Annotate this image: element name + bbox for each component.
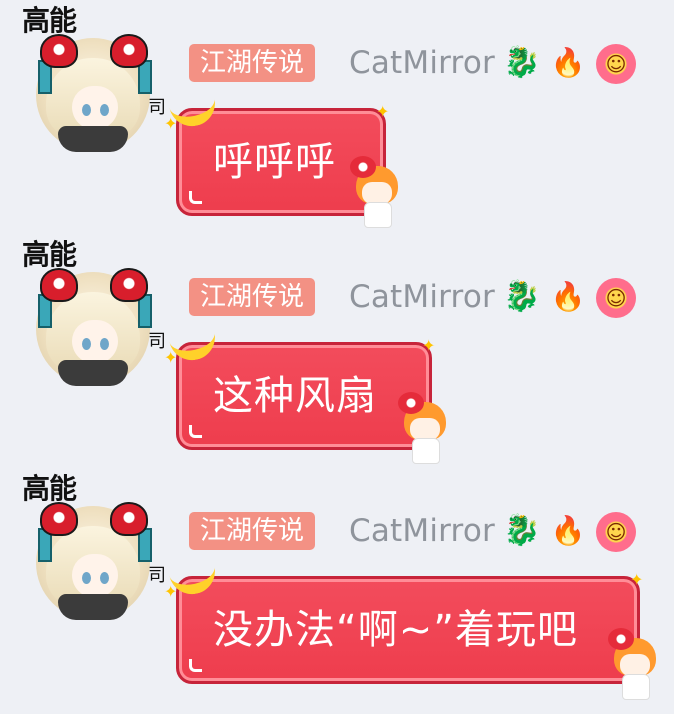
title-badge[interactable]: 江湖传说 [189,512,316,550]
bubble-corner-icon [189,425,202,438]
sticker-face [410,418,440,440]
chat-message: 高能 司 江湖传说 CatMirror 🐉 🔥 ☺ 没办法“啊~”着玩吧 ✦ ✦ [0,468,674,702]
title-badge[interactable]: 江湖传说 [189,44,316,82]
message-text: 没办法“啊~”着玩吧 [213,607,578,653]
sparkle-icon: ✦ [630,570,644,589]
fire-icon[interactable]: 🔥 [549,44,587,82]
avatar-coat [58,360,128,386]
character-sticker-icon [396,392,454,464]
sparkle-icon: ✦ [422,336,436,355]
avatar-face [72,320,118,364]
sticker-face [362,182,392,204]
message-bubble[interactable]: 没办法“啊~”着玩吧 [176,576,640,684]
grin-flower-icon[interactable]: ☺ [596,512,636,552]
message-text: 呼呼呼 [213,139,336,185]
mushroom-ornament-icon [110,268,148,302]
chat-message: 高能 司 江湖传说 CatMirror 🐉 🔥 ☺ 呼呼呼 ✦ ✦ [0,0,674,234]
message-text: 这种风扇 [213,373,377,419]
avatar-eye [100,572,109,584]
dragon-icon[interactable]: 🐉 [503,512,541,550]
sparkle-icon: ✦ [376,102,390,121]
chat-message: 高能 司 江湖传说 CatMirror 🐉 🔥 ☺ 这种风扇 ✦ ✦ [0,234,674,468]
avatar-eye [82,338,91,350]
sender-nickname[interactable]: CatMirror [349,512,495,550]
sticker-cap [350,156,376,178]
mushroom-ornament-icon [40,34,78,68]
sticker-cap [398,392,424,414]
mushroom-ornament-icon [110,34,148,68]
sparkle-icon: ✦ [164,582,178,601]
avatar-coat [58,126,128,152]
grin-flower-icon[interactable]: ☺ [596,44,636,84]
bubble-corner-icon [189,659,202,672]
avatar-coat [58,594,128,620]
avatar[interactable] [36,34,152,152]
character-sticker-icon [606,628,664,700]
avatar-label: 高能 [22,4,77,37]
dragon-icon[interactable]: 🐉 [503,278,541,316]
avatar-eye [82,104,91,116]
sticker-face [620,654,650,676]
sticker-body [412,438,440,464]
message-bubble[interactable]: 这种风扇 [176,342,432,450]
sparkle-icon: ✦ [164,114,178,133]
mushroom-ornament-icon [40,268,78,302]
fire-icon[interactable]: 🔥 [549,512,587,550]
avatar-face [72,86,118,130]
avatar-eye [82,572,91,584]
bubble-corner-icon [189,191,202,204]
mushroom-ornament-icon [110,502,148,536]
dragon-icon[interactable]: 🐉 [503,44,541,82]
avatar-eye [100,104,109,116]
avatar[interactable] [36,268,152,386]
sender-nickname[interactable]: CatMirror [349,44,495,82]
mushroom-ornament-icon [40,502,78,536]
avatar-label: 高能 [22,472,77,505]
sticker-body [364,202,392,228]
avatar-label: 高能 [22,238,77,271]
sticker-cap [608,628,634,650]
sender-nickname[interactable]: CatMirror [349,278,495,316]
sparkle-icon: ✦ [164,348,178,367]
avatar-face [72,554,118,598]
title-badge[interactable]: 江湖传说 [189,278,316,316]
grin-flower-icon[interactable]: ☺ [596,278,636,318]
fire-icon[interactable]: 🔥 [549,278,587,316]
avatar-eye [100,338,109,350]
character-sticker-icon [348,156,406,228]
avatar[interactable] [36,502,152,620]
sticker-body [622,674,650,700]
